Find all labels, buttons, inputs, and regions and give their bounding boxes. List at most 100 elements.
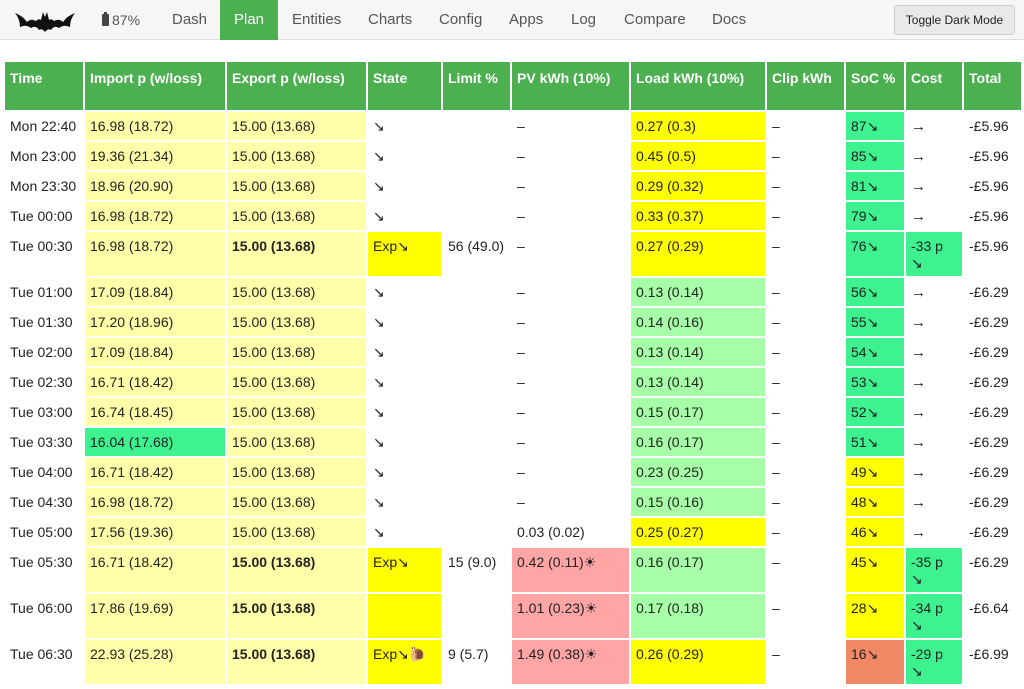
cell-time: Tue 03:30 <box>3 426 85 458</box>
cell-cost: → <box>904 366 964 398</box>
cell-import: 16.74 (18.45) <box>83 396 227 428</box>
cell-pv: – <box>510 306 631 338</box>
battery-icon <box>102 12 109 26</box>
cell-export: 15.00 (13.68) <box>225 592 368 640</box>
nav-docs[interactable]: Docs <box>712 0 746 40</box>
plan-table: Time Import p (w/loss) Export p (w/loss)… <box>3 60 1023 686</box>
cell-total: -£5.96 <box>962 110 1023 142</box>
cell-time: Tue 02:00 <box>3 336 85 368</box>
table-header-row: Time Import p (w/loss) Export p (w/loss)… <box>3 60 1023 112</box>
cell-load: 0.27 (0.29) <box>629 230 767 278</box>
nav-apps[interactable]: Apps <box>509 0 543 40</box>
cell-cost: -35 p ↘ <box>904 546 964 594</box>
cell-state: Exp↘ <box>366 230 443 278</box>
cell-cost: -33 p ↘ <box>904 230 964 278</box>
table-row: Tue 02:30 16.71 (18.42) 15.00 (13.68) ↘ … <box>3 366 1023 398</box>
header-time[interactable]: Time <box>3 60 85 112</box>
cell-total: -£6.99 <box>962 638 1023 686</box>
table-row: Tue 05:30 16.71 (18.42) 15.00 (13.68) Ex… <box>3 546 1023 594</box>
cell-total: -£6.29 <box>962 456 1023 488</box>
cell-export: 15.00 (13.68) <box>225 486 368 518</box>
cell-clip: – <box>765 200 846 232</box>
bat-logo-icon[interactable] <box>14 9 76 33</box>
cell-clip: – <box>765 516 846 548</box>
nav-plan[interactable]: Plan <box>220 0 279 40</box>
cell-time: Tue 03:00 <box>3 396 85 428</box>
nav-charts[interactable]: Charts <box>368 0 412 40</box>
cell-export: 15.00 (13.68) <box>225 140 368 172</box>
table-row: Tue 01:00 17.09 (18.84) 15.00 (13.68) ↘ … <box>3 276 1023 308</box>
cell-limit: 56 (49.0) <box>441 230 512 278</box>
table-row: Tue 04:00 16.71 (18.42) 15.00 (13.68) ↘ … <box>3 456 1023 488</box>
header-import[interactable]: Import p (w/loss) <box>83 60 227 112</box>
nav-dash[interactable]: Dash <box>172 0 207 40</box>
cell-state: ↘ <box>366 486 443 518</box>
header-state[interactable]: State <box>366 60 443 112</box>
cell-time: Tue 00:30 <box>3 230 85 278</box>
cell-soc: 45↘ <box>844 546 906 594</box>
header-total[interactable]: Total <box>962 60 1023 112</box>
cell-soc: 85↘ <box>844 140 906 172</box>
cell-pv: – <box>510 170 631 202</box>
cell-export: 15.00 (13.68) <box>225 396 368 428</box>
cell-limit <box>441 110 512 142</box>
cell-limit: 9 (5.7) <box>441 638 512 686</box>
cell-soc: 49↘ <box>844 456 906 488</box>
header-soc[interactable]: SoC % <box>844 60 906 112</box>
cell-export: 15.00 (13.68) <box>225 230 368 278</box>
cell-time: Tue 01:00 <box>3 276 85 308</box>
cell-limit <box>441 140 512 172</box>
cell-total: -£5.96 <box>962 230 1023 278</box>
cell-state: ↘ <box>366 170 443 202</box>
cell-load: 0.27 (0.3) <box>629 110 767 142</box>
cell-cost: -34 p ↘ <box>904 592 964 640</box>
cell-soc: 87↘ <box>844 110 906 142</box>
nav-entities[interactable]: Entities <box>292 0 341 40</box>
cell-total: -£5.96 <box>962 140 1023 172</box>
cell-cost: → <box>904 486 964 518</box>
cell-cost: -29 p ↘ <box>904 638 964 686</box>
plan-table-container: Time Import p (w/loss) Export p (w/loss)… <box>3 60 1023 686</box>
table-row: Mon 23:30 18.96 (20.90) 15.00 (13.68) ↘ … <box>3 170 1023 202</box>
toggle-dark-mode-button[interactable]: Toggle Dark Mode <box>894 5 1015 35</box>
cell-load: 0.13 (0.14) <box>629 276 767 308</box>
cell-soc: 52↘ <box>844 396 906 428</box>
cell-clip: – <box>765 486 846 518</box>
cell-soc: 46↘ <box>844 516 906 548</box>
header-pv[interactable]: PV kWh (10%) <box>510 60 631 112</box>
cell-pv: – <box>510 366 631 398</box>
header-limit[interactable]: Limit % <box>441 60 512 112</box>
header-cost[interactable]: Cost <box>904 60 964 112</box>
cell-soc: 53↘ <box>844 366 906 398</box>
header-export[interactable]: Export p (w/loss) <box>225 60 368 112</box>
cell-limit <box>441 486 512 518</box>
cell-pv: – <box>510 486 631 518</box>
cell-load: 0.29 (0.32) <box>629 170 767 202</box>
cell-export: 15.00 (13.68) <box>225 276 368 308</box>
cell-cost: → <box>904 140 964 172</box>
nav-log[interactable]: Log <box>571 0 596 40</box>
cell-import: 16.04 (17.68) <box>83 426 227 458</box>
cell-import: 16.71 (18.42) <box>83 366 227 398</box>
header-load[interactable]: Load kWh (10%) <box>629 60 767 112</box>
cell-total: -£5.96 <box>962 170 1023 202</box>
cell-time: Tue 04:00 <box>3 456 85 488</box>
cell-import: 16.98 (18.72) <box>83 110 227 142</box>
header-clip[interactable]: Clip kWh <box>765 60 846 112</box>
battery-status: 87% <box>102 12 140 28</box>
cell-total: -£6.29 <box>962 426 1023 458</box>
nav-compare[interactable]: Compare <box>624 0 686 40</box>
cell-load: 0.26 (0.29) <box>629 638 767 686</box>
cell-clip: – <box>765 170 846 202</box>
battery-level: 87% <box>112 12 141 28</box>
cell-pv: – <box>510 396 631 428</box>
cell-import: 17.86 (19.69) <box>83 592 227 640</box>
nav-config[interactable]: Config <box>439 0 482 40</box>
cell-import: 19.36 (21.34) <box>83 140 227 172</box>
cell-clip: – <box>765 396 846 428</box>
cell-load: 0.23 (0.25) <box>629 456 767 488</box>
cell-total: -£6.29 <box>962 276 1023 308</box>
cell-soc: 55↘ <box>844 306 906 338</box>
cell-soc: 76↘ <box>844 230 906 278</box>
cell-limit <box>441 276 512 308</box>
